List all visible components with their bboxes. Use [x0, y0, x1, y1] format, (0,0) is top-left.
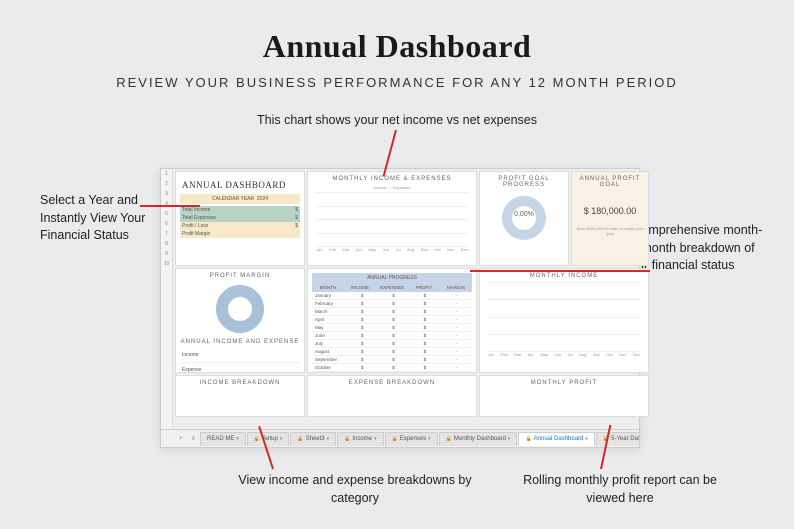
dashboard-heading: ANNUAL DASHBOARD	[180, 178, 300, 194]
sheet-tab[interactable]: 🔒5-Year Dashboard▾	[596, 432, 639, 446]
annual-progress-table: ANNUAL PROGRESS MONTHINCOMEEXPENSESPROFI…	[307, 268, 477, 373]
summary-row: Total Income$	[180, 206, 300, 214]
callout-top: This chart shows your net income vs net …	[0, 112, 794, 130]
sheet-tab[interactable]: READ ME▾	[200, 432, 246, 446]
profit-margin-card: PROFIT MARGIN ANNUAL INCOME AND EXPENSE …	[175, 268, 305, 373]
card-title: ANNUAL PROGRESS	[312, 273, 472, 283]
lock-icon: 🔒	[392, 436, 398, 442]
callout-bottom-right: Rolling monthly profit report can be vie…	[510, 472, 730, 507]
page-subtitle: REVIEW YOUR BUSINESS PERFORMANCE FOR ANY…	[0, 75, 794, 90]
card-title: MONTHLY INCOME	[484, 273, 644, 279]
annual-goal-subtext: Earn $180,000.00 more to reach your goal	[576, 226, 644, 236]
card-title: INCOME BREAKDOWN	[180, 380, 300, 386]
spreadsheet-mock: 12345678910 ANNUAL DASHBOARD CALENDAR YE…	[160, 168, 640, 448]
card-title: PROFIT GOAL PROGRESS	[484, 176, 564, 188]
annual-goal-amount: $ 180,000.00	[576, 206, 644, 216]
callout-left: Select a Year and Instantly View Your Fi…	[40, 192, 160, 245]
profit-goal-percent: 0.00%	[484, 211, 564, 218]
lock-icon: 🔒	[525, 436, 531, 442]
sheet-tab[interactable]: 🔒Annual Dashboard▾	[518, 432, 594, 446]
lock-icon: 🔒	[446, 436, 452, 442]
card-title: EXPENSE BREAKDOWN	[312, 380, 472, 386]
table-row: February$$$-	[312, 300, 472, 308]
lock-icon: 🔒	[254, 436, 260, 442]
monthly-income-chart: MONTHLY INCOME JanFebMarAprMayJunJulAugS…	[479, 268, 649, 373]
add-sheet-button[interactable]: +	[175, 436, 187, 442]
page-title: Annual Dashboard	[0, 0, 794, 65]
callout-bottom-left: View income and expense breakdowns by ca…	[225, 472, 485, 507]
sheet-tab[interactable]: 🔒Sheet3▾	[290, 432, 336, 446]
card-title: MONTHLY INCOME & EXPENSES	[312, 176, 472, 182]
summary-row: Profit / Loss$	[180, 222, 300, 230]
sheet-tabs: + ≡ READ ME▾🔒Setup▾🔒Sheet3▾🔒Income▾🔒Expe…	[161, 429, 639, 447]
monthly-income-expenses-chart: MONTHLY INCOME & EXPENSES Income — Expen…	[307, 171, 477, 266]
table-row: January$$$-	[312, 292, 472, 300]
income-breakdown-card: INCOME BREAKDOWN	[175, 375, 305, 417]
card-title: ANNUAL PROFIT GOAL	[576, 176, 644, 188]
row-gutter: 12345678910	[161, 169, 173, 429]
callout-line	[140, 205, 200, 207]
sheet-tab[interactable]: 🔒Monthly Dashboard▾	[439, 432, 518, 446]
calendar-year-selector[interactable]: CALENDAR YEAR 2024	[180, 194, 300, 204]
summary-row: Profit Margin	[180, 230, 300, 238]
annual-dashboard-card: ANNUAL DASHBOARD CALENDAR YEAR 2024 Tota…	[175, 171, 305, 266]
sheet-content: ANNUAL DASHBOARD CALENDAR YEAR 2024 Tota…	[173, 169, 639, 429]
card-title: PROFIT MARGIN	[180, 273, 300, 279]
lock-icon: 🔒	[344, 436, 350, 442]
table-row: June$$$-	[312, 332, 472, 340]
donut-chart-icon	[216, 285, 264, 333]
annual-profit-goal-card: ANNUAL PROFIT GOAL $ 180,000.00 Earn $18…	[571, 171, 649, 266]
lock-icon: 🔒	[297, 436, 303, 442]
summary-row: Total Expenses$	[180, 214, 300, 222]
table-row: October$$$-	[312, 364, 472, 372]
all-sheets-button[interactable]: ≡	[188, 436, 200, 442]
sheet-tab[interactable]: 🔒Setup▾	[247, 432, 289, 446]
card-title: MONTHLY PROFIT	[484, 380, 644, 386]
table-row: April$$$-	[312, 316, 472, 324]
callout-line	[470, 270, 650, 272]
table-row: November$$$-	[312, 372, 472, 373]
table-row: August$$$-	[312, 348, 472, 356]
profit-goal-progress-card: PROFIT GOAL PROGRESS 0.00%	[479, 171, 569, 266]
donut-chart-icon	[502, 196, 546, 240]
table-row: September$$$-	[312, 356, 472, 364]
monthly-profit-card: MONTHLY PROFIT	[479, 375, 649, 417]
card-title: ANNUAL INCOME AND EXPENSE	[180, 339, 300, 345]
table-row: July$$$-	[312, 340, 472, 348]
table-row: May$$$-	[312, 324, 472, 332]
sheet-tab[interactable]: 🔒Expenses▾	[385, 432, 438, 446]
expense-breakdown-card: EXPENSE BREAKDOWN	[307, 375, 477, 417]
table-row: March$$$-	[312, 308, 472, 316]
sheet-tab[interactable]: 🔒Income▾	[337, 432, 383, 446]
